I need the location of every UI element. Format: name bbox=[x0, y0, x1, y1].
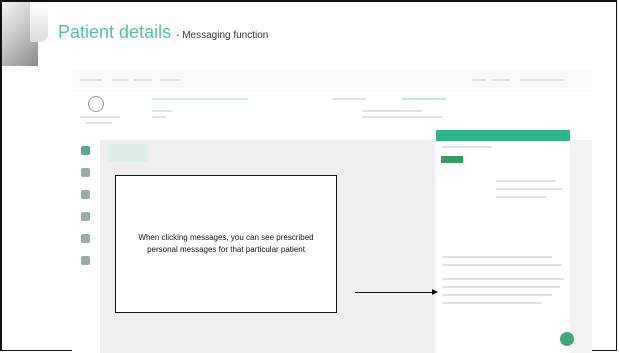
arrow-head-icon bbox=[432, 289, 438, 295]
patient-name bbox=[80, 116, 120, 118]
sidebar-icon[interactable] bbox=[81, 234, 90, 243]
message-line bbox=[496, 180, 556, 182]
message-text-area[interactable] bbox=[442, 286, 560, 288]
pointer-arrow bbox=[355, 292, 433, 293]
nav-item[interactable] bbox=[492, 79, 510, 81]
patient-detail bbox=[362, 110, 422, 112]
send-icon[interactable] bbox=[560, 332, 574, 346]
patient-avatar bbox=[88, 96, 104, 112]
sidebar-icon[interactable] bbox=[81, 168, 90, 177]
editor-toolbar[interactable] bbox=[442, 256, 552, 258]
editor-toolbar[interactable] bbox=[442, 264, 562, 266]
messages-panel bbox=[436, 130, 570, 353]
sidebar-icon[interactable] bbox=[81, 190, 90, 199]
app-logo bbox=[80, 79, 102, 81]
nav-item[interactable] bbox=[472, 79, 486, 81]
message-text-area[interactable] bbox=[442, 302, 542, 304]
slide-title-main: Patient details bbox=[58, 22, 172, 42]
nav-item[interactable] bbox=[160, 79, 180, 81]
patient-detail bbox=[152, 116, 166, 118]
content-tab[interactable] bbox=[108, 144, 148, 162]
message-line bbox=[442, 146, 492, 148]
decorative-corner-highlight bbox=[30, 2, 48, 42]
patient-detail bbox=[152, 110, 172, 112]
patient-info bbox=[86, 122, 112, 124]
nav-item[interactable] bbox=[112, 79, 128, 81]
explanation-callout: When clicking messages, you can see pres… bbox=[115, 175, 337, 313]
message-text-area[interactable] bbox=[442, 294, 552, 296]
message-tag-button[interactable] bbox=[441, 156, 463, 163]
header-button[interactable] bbox=[402, 98, 446, 100]
app-top-bar bbox=[72, 70, 592, 92]
sidebar-icon[interactable] bbox=[81, 146, 90, 155]
user-menu[interactable] bbox=[520, 79, 564, 81]
callout-text: When clicking messages, you can see pres… bbox=[138, 233, 314, 254]
patient-status-bar bbox=[152, 98, 248, 100]
message-line bbox=[496, 188, 562, 190]
header-field bbox=[332, 98, 366, 100]
messages-panel-header bbox=[436, 130, 570, 141]
sidebar-icon[interactable] bbox=[81, 212, 90, 221]
sidebar-icon[interactable] bbox=[81, 256, 90, 265]
nav-item[interactable] bbox=[134, 79, 152, 81]
left-sidebar bbox=[72, 140, 100, 353]
patient-detail bbox=[362, 116, 442, 118]
slide-title: Patient details - Messaging function bbox=[58, 22, 268, 43]
message-text-area[interactable] bbox=[442, 278, 564, 280]
slide-subtitle: - Messaging function bbox=[176, 30, 269, 41]
message-line bbox=[496, 196, 546, 198]
